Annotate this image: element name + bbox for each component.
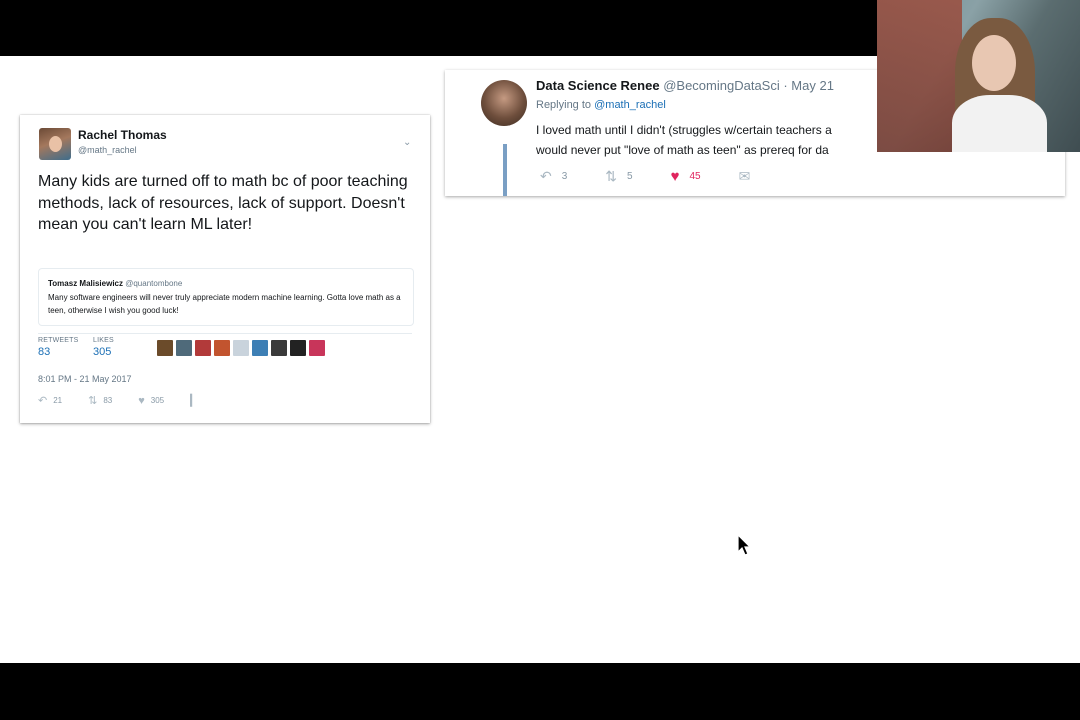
retweets-stat[interactable]: RETWEETS 83 bbox=[38, 337, 79, 358]
like-count: 305 bbox=[150, 396, 165, 405]
likes-count[interactable]: 305 bbox=[93, 346, 114, 358]
heart-icon: ♥ bbox=[138, 394, 145, 407]
retweet-button[interactable]: ⇅ 5 bbox=[605, 168, 632, 185]
analytics-icon: ▎ bbox=[190, 395, 199, 407]
retweet-count: 5 bbox=[627, 171, 633, 182]
retweet-icon: ⇅ bbox=[605, 168, 618, 184]
quoted-tweet-text: Many software engineers will never truly… bbox=[48, 293, 401, 315]
author-handle[interactable]: @BecomingDataSci bbox=[663, 78, 780, 93]
liker-avatar[interactable] bbox=[195, 340, 211, 356]
tweet-date[interactable]: · May 21 bbox=[783, 78, 834, 93]
like-count: 45 bbox=[689, 171, 701, 182]
mouse-cursor-icon bbox=[737, 534, 751, 556]
quoted-author-name: Tomasz Malisiewicz bbox=[48, 279, 123, 288]
like-button[interactable]: ♥ 305 bbox=[138, 395, 164, 407]
liker-avatar[interactable] bbox=[252, 340, 268, 356]
message-button[interactable]: ✉ bbox=[739, 168, 751, 185]
reply-button[interactable]: ↶ 3 bbox=[540, 168, 567, 185]
reply-icon: ↶ bbox=[540, 168, 552, 184]
likes-stat[interactable]: LIKES 305 bbox=[93, 337, 114, 358]
tweet-timestamp[interactable]: 8:01 PM - 21 May 2017 bbox=[38, 374, 132, 384]
retweet-count: 83 bbox=[103, 396, 113, 405]
retweets-label: RETWEETS bbox=[38, 337, 79, 344]
chevron-down-icon[interactable]: ⌄ bbox=[403, 137, 411, 148]
reply-icon: ↶ bbox=[38, 395, 48, 407]
reply-count: 3 bbox=[561, 171, 568, 182]
quoted-author-handle: @quantombone bbox=[125, 279, 183, 288]
heart-icon: ♥ bbox=[670, 168, 680, 185]
liker-avatar[interactable] bbox=[271, 340, 287, 356]
mention-link[interactable]: @math_rachel bbox=[594, 99, 666, 111]
liker-avatar[interactable] bbox=[233, 340, 249, 356]
reply-button[interactable]: ↶ 21 bbox=[38, 394, 62, 407]
avatar[interactable] bbox=[39, 128, 71, 160]
liker-avatar[interactable] bbox=[290, 340, 306, 356]
tweet-actions: ↶ 3 ⇅ 5 ♥ 45 ✉ bbox=[540, 168, 788, 185]
liker-avatar[interactable] bbox=[309, 340, 325, 356]
liker-avatar[interactable] bbox=[214, 340, 230, 356]
analytics-button[interactable]: ▎ bbox=[190, 394, 198, 407]
liker-avatar[interactable] bbox=[176, 340, 192, 356]
tweet-actions: ↶ 21 ⇅ 83 ♥ 305 ▎ bbox=[38, 394, 225, 408]
replying-prefix: Replying to bbox=[536, 99, 592, 111]
bottom-letterbox-bar bbox=[0, 663, 1080, 720]
tweet-card-rachel[interactable]: Rachel Thomas @math_rachel ⌄ Many kids a… bbox=[20, 115, 430, 423]
webcam-overlay bbox=[877, 0, 1080, 152]
author-handle[interactable]: @math_rachel bbox=[78, 145, 137, 155]
retweet-button[interactable]: ⇅ 83 bbox=[88, 394, 112, 407]
retweet-icon: ⇅ bbox=[88, 395, 98, 407]
avatar[interactable] bbox=[481, 80, 527, 126]
replying-to: Replying to @math_rachel bbox=[536, 99, 666, 111]
quoted-tweet[interactable]: Tomasz Malisiewicz @quantombone Many sof… bbox=[38, 268, 414, 326]
envelope-icon: ✉ bbox=[738, 168, 751, 184]
thread-line bbox=[503, 144, 507, 196]
retweets-count[interactable]: 83 bbox=[38, 346, 79, 358]
author-name[interactable]: Rachel Thomas bbox=[78, 128, 167, 142]
reply-count: 21 bbox=[53, 396, 63, 405]
tweet-header: Data Science Renee @BecomingDataSci · Ma… bbox=[536, 78, 834, 93]
tweet-text: Many kids are turned off to math bc of p… bbox=[38, 173, 408, 233]
divider bbox=[38, 333, 412, 334]
author-name[interactable]: Data Science Renee bbox=[536, 78, 660, 93]
likes-label: LIKES bbox=[93, 337, 114, 344]
like-button[interactable]: ♥ 45 bbox=[671, 168, 701, 185]
liker-avatar[interactable] bbox=[157, 340, 173, 356]
quoted-author: Tomasz Malisiewicz @quantombone bbox=[48, 279, 182, 288]
likers-avatars bbox=[157, 340, 325, 356]
